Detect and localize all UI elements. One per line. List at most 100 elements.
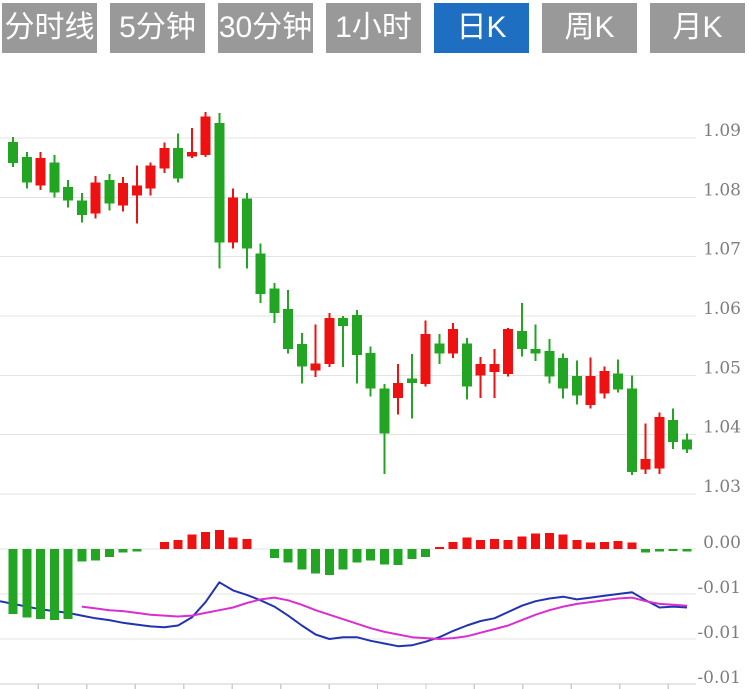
candle-wick (493, 349, 495, 398)
macd-bar (311, 549, 320, 573)
macd-bar (380, 549, 389, 564)
macd-bar (586, 543, 595, 549)
candle-body (228, 197, 238, 242)
candle-body (269, 289, 279, 313)
candle-body (201, 117, 211, 156)
macd-bar (600, 542, 609, 549)
candle-body (104, 180, 114, 203)
macd-bar (504, 540, 513, 549)
macd-bar (325, 549, 334, 575)
macd-bar (627, 543, 636, 549)
macd-bar (174, 540, 183, 549)
macd-bar (284, 549, 293, 563)
price-axis-label: 1.07 (703, 240, 741, 260)
candle-body (49, 162, 59, 192)
candle-wick (535, 324, 537, 361)
candle-body (311, 363, 321, 370)
candle-body (558, 358, 568, 388)
macd-bar (229, 537, 238, 549)
macd-bar (641, 549, 650, 553)
price-axis-label: 1.09 (703, 121, 741, 141)
macd-bar (490, 539, 499, 549)
candle-body (146, 165, 156, 188)
macd-bar (50, 549, 59, 620)
price-axis-label: 1.05 (703, 358, 741, 378)
candle-body (434, 343, 444, 353)
candle-body (641, 459, 651, 470)
macd-bar (462, 537, 471, 549)
price-axis-label: 1.06 (703, 299, 741, 319)
macd-bar (36, 549, 45, 619)
candle-body (517, 331, 527, 349)
candle-body (118, 183, 128, 206)
macd-bar (366, 549, 375, 561)
macd-bar (394, 549, 403, 565)
candle-body (297, 344, 307, 367)
candle-body (627, 388, 637, 472)
candle-body (462, 343, 472, 386)
macd-bar (352, 549, 361, 563)
candle-body (668, 420, 678, 442)
macd-bar (22, 549, 31, 617)
macd-axis-label: -0.01 (697, 578, 741, 598)
candle-body (91, 182, 101, 213)
candle-body (613, 374, 623, 390)
candle-body (476, 364, 486, 375)
candle-body (366, 353, 376, 389)
macd-bar (407, 549, 416, 559)
macd-bar (517, 536, 526, 549)
candle-body (8, 142, 18, 163)
macd-bar (449, 542, 458, 549)
macd-bar (559, 535, 568, 549)
candle-body (407, 378, 417, 383)
macd-bar (669, 549, 678, 551)
candle-body (393, 383, 403, 398)
macd-axis-label: -0.01 (697, 623, 741, 643)
macd-bar (297, 549, 306, 570)
candle-body (654, 417, 664, 469)
macd-axis-label: 0.00 (703, 533, 741, 553)
candle-body (531, 349, 541, 353)
price-axis-label: 1.04 (703, 418, 741, 438)
candle-body (503, 329, 513, 374)
macd-bar (339, 549, 348, 570)
candle-body (256, 254, 266, 294)
macd-bar (201, 532, 210, 549)
macd-bar (64, 549, 73, 619)
candle-body (599, 371, 609, 394)
macd-bar (655, 549, 664, 552)
candle-body (379, 388, 389, 433)
candle-body (352, 315, 362, 355)
candle-body (36, 158, 46, 185)
candle-body (159, 148, 169, 168)
candle-body (132, 185, 142, 195)
macd-bar (614, 541, 623, 549)
macd-bar (572, 540, 581, 549)
candle-body (586, 376, 596, 405)
macd-bar (9, 549, 18, 614)
candle-body (63, 187, 73, 200)
macd-dea-line (82, 598, 687, 639)
candlestick-macd-chart[interactable]: 1.091.081.071.061.051.041.030.00-0.01-0.… (0, 0, 749, 689)
candle-body (22, 157, 32, 183)
macd-bar (160, 542, 169, 549)
candle-body (421, 334, 431, 384)
candle-wick (480, 357, 482, 398)
candle-body (682, 439, 692, 449)
price-axis-label: 1.03 (703, 477, 741, 497)
macd-bar (91, 549, 100, 561)
macd-bar (77, 549, 86, 562)
candle-body (77, 200, 87, 215)
candle-body (214, 123, 224, 242)
macd-bar (242, 539, 251, 549)
macd-bar (119, 549, 128, 553)
candle-body (283, 309, 293, 349)
macd-bar (105, 549, 114, 557)
macd-bar (476, 540, 485, 549)
candle-body (572, 376, 582, 396)
macd-axis-label: -0.01 (697, 668, 741, 688)
macd-bar (435, 547, 444, 549)
candle-body (187, 152, 197, 156)
macd-bar (132, 549, 141, 552)
macd-bar (682, 549, 691, 552)
